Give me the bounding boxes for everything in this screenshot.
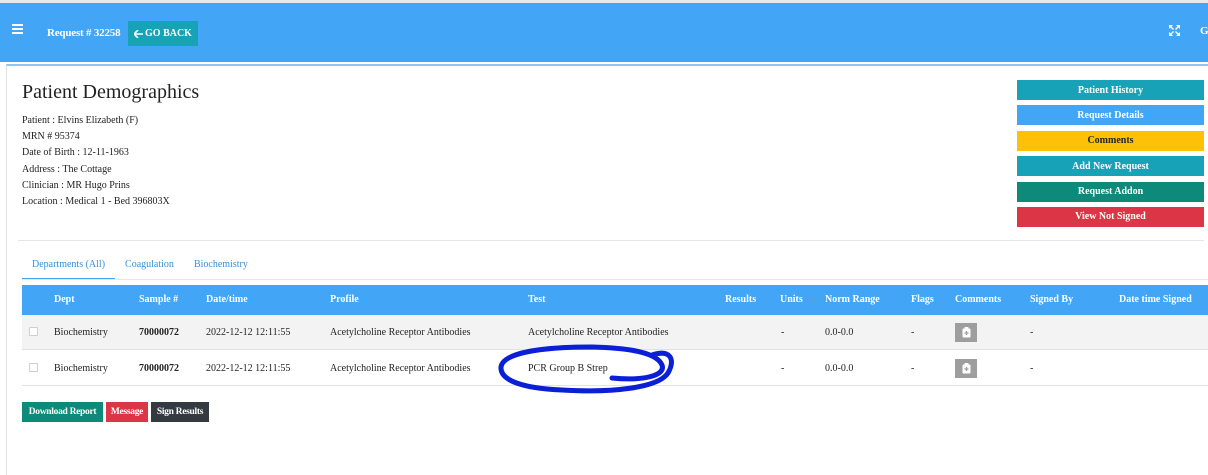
side-action-buttons: Patient History Request Details Comments… bbox=[1017, 80, 1204, 232]
col-results[interactable]: Results bbox=[725, 294, 756, 305]
tab-departments-all[interactable]: Departments (All) bbox=[22, 252, 116, 280]
cell-norm-range: 0.0-0.0 bbox=[825, 327, 854, 338]
col-sample[interactable]: Sample # bbox=[139, 294, 178, 305]
row-checkbox[interactable] bbox=[29, 363, 38, 372]
cell-units: - bbox=[781, 327, 785, 338]
tab-coagulation[interactable]: Coagulation bbox=[115, 252, 184, 280]
hamburger-menu-icon[interactable] bbox=[12, 24, 23, 34]
cell-datetime: 2022-12-12 12:11:55 bbox=[206, 327, 291, 338]
clipboard-icon bbox=[962, 363, 970, 374]
col-norm-range[interactable]: Norm Range bbox=[825, 294, 880, 305]
cell-sample: 70000072 bbox=[139, 327, 179, 338]
patient-mrn: MRN # 95374 bbox=[22, 131, 80, 143]
download-report-button[interactable]: Download Report bbox=[22, 402, 103, 422]
cell-flags: - bbox=[911, 363, 915, 374]
page-title: Patient Demographics bbox=[22, 81, 200, 103]
col-units[interactable]: Units bbox=[780, 294, 803, 305]
col-datetime[interactable]: Date/time bbox=[206, 294, 248, 305]
add-comment-button[interactable] bbox=[955, 323, 977, 342]
patient-info: Patient : Elvins Elizabeth (F) MRN # 953… bbox=[22, 113, 170, 210]
arrow-left-icon bbox=[134, 29, 144, 38]
message-button[interactable]: Message bbox=[106, 402, 148, 422]
request-addon-button[interactable]: Request Addon bbox=[1017, 181, 1204, 202]
cell-signed-by: - bbox=[1030, 327, 1034, 338]
cell-sample: 70000072 bbox=[139, 363, 179, 374]
cell-dept: Biochemistry bbox=[54, 327, 108, 338]
cell-datetime: 2022-12-12 12:11:55 bbox=[206, 363, 291, 374]
department-tabs: Departments (All) Coagulation Biochemist… bbox=[22, 252, 258, 280]
patient-history-button[interactable]: Patient History bbox=[1017, 80, 1204, 100]
go-back-button[interactable]: GO BACK bbox=[128, 21, 198, 46]
section-divider bbox=[18, 240, 1204, 241]
cell-signed-by: - bbox=[1030, 363, 1034, 374]
patient-location: Location : Medical 1 - Bed 396803X bbox=[22, 196, 170, 208]
patient-address: Address : The Cottage bbox=[22, 163, 112, 175]
fullscreen-icon[interactable] bbox=[1169, 25, 1180, 36]
col-date-time-signed[interactable]: Date time Signed bbox=[1119, 294, 1192, 305]
sign-results-button[interactable]: Sign Results bbox=[151, 402, 209, 422]
go-back-label: GO BACK bbox=[145, 28, 192, 39]
request-number: Request # 32258 bbox=[47, 27, 121, 39]
col-dept[interactable]: Dept bbox=[54, 294, 75, 305]
col-comments[interactable]: Comments bbox=[955, 294, 1001, 305]
tabs-underline bbox=[22, 279, 1208, 280]
cell-units: - bbox=[781, 363, 785, 374]
col-flags[interactable]: Flags bbox=[911, 294, 934, 305]
cell-norm-range: 0.0-0.0 bbox=[825, 363, 854, 374]
cell-profile: Acetylcholine Receptor Antibodies bbox=[330, 327, 471, 338]
col-profile[interactable]: Profile bbox=[330, 294, 359, 305]
tab-biochemistry[interactable]: Biochemistry bbox=[184, 252, 258, 280]
cell-flags: - bbox=[911, 327, 915, 338]
view-not-signed-button[interactable]: View Not Signed bbox=[1017, 206, 1204, 227]
cell-test: Acetylcholine Receptor Antibodies bbox=[528, 327, 669, 338]
col-test[interactable]: Test bbox=[528, 294, 545, 305]
row-checkbox[interactable] bbox=[29, 327, 38, 336]
patient-clinician: Clinician : MR Hugo Prins bbox=[22, 179, 130, 191]
add-comment-button[interactable] bbox=[955, 359, 977, 378]
clipboard-icon bbox=[962, 327, 970, 338]
add-new-request-button[interactable]: Add New Request bbox=[1017, 156, 1204, 177]
hand-drawn-annotation-circle bbox=[498, 344, 674, 394]
comments-button[interactable]: Comments bbox=[1017, 130, 1204, 151]
results-table-header: Dept Sample # Date/time Profile Test Res… bbox=[22, 285, 1208, 315]
patient-dob: Date of Birth : 12-11-1963 bbox=[22, 147, 129, 159]
result-actions: Download Report Message Sign Results bbox=[22, 402, 209, 422]
cell-dept: Biochemistry bbox=[54, 363, 108, 374]
user-menu-icon[interactable]: G bbox=[1200, 25, 1208, 36]
cell-profile: Acetylcholine Receptor Antibodies bbox=[330, 363, 471, 374]
top-navbar: Request # 32258 GO BACK G bbox=[0, 0, 1208, 62]
patient-name: Patient : Elvins Elizabeth (F) bbox=[22, 115, 139, 126]
request-details-button[interactable]: Request Details bbox=[1017, 105, 1204, 126]
col-signed-by[interactable]: Signed By bbox=[1030, 294, 1073, 305]
